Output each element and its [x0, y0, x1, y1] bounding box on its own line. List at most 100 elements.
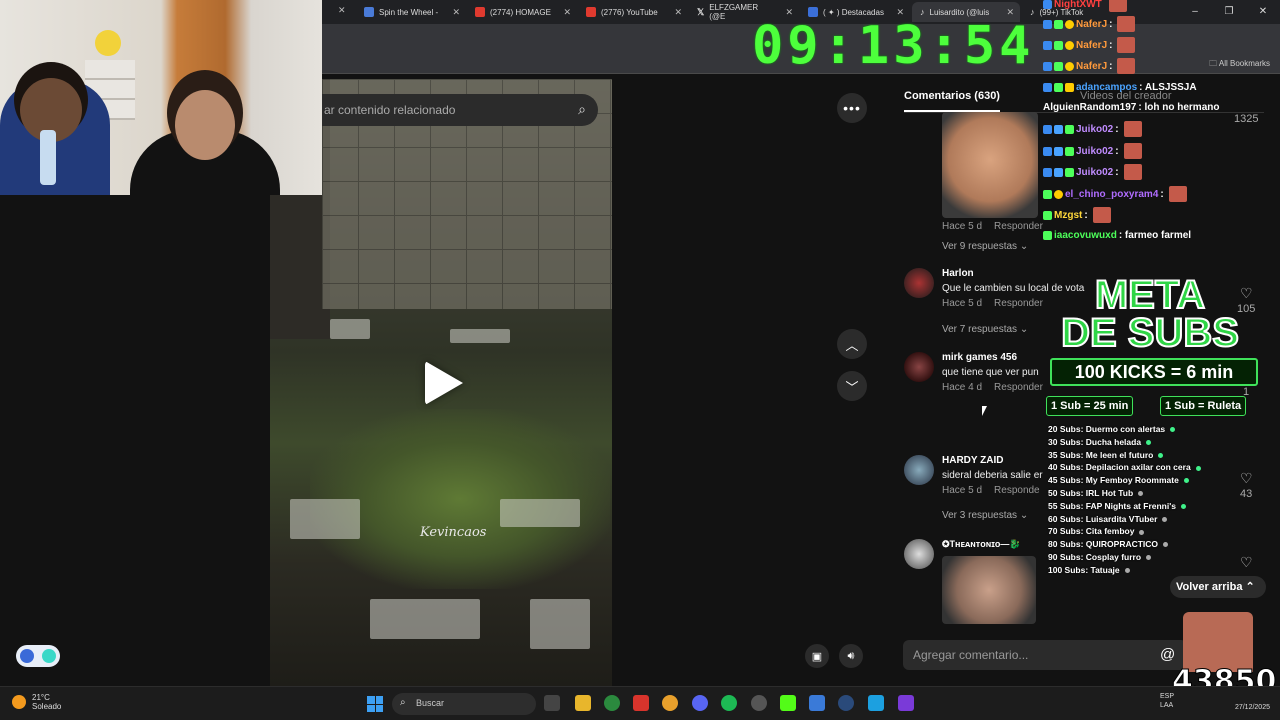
webcam-overlay [0, 0, 322, 195]
tab-homage[interactable]: (2774) HOMAGE ✕ [467, 2, 577, 22]
status-dot-icon [1138, 491, 1144, 497]
comment-username[interactable]: HARDY ZAID [942, 455, 1003, 466]
discord-icon[interactable] [692, 695, 708, 711]
previous-video-button[interactable]: ︿ [837, 329, 867, 359]
avatar[interactable] [904, 352, 934, 382]
chat-emote-icon [1123, 121, 1142, 137]
overlay-widget[interactable] [16, 645, 60, 667]
kick-icon[interactable] [780, 695, 796, 711]
task-view-icon[interactable] [544, 695, 560, 711]
view-replies-button[interactable]: Ver 3 respuestas ⌄ [942, 510, 1028, 521]
subs-goal-item: 40 Subs: Depilacion axilar con cera [1048, 462, 1268, 475]
chat-username: Juiko02 [1076, 145, 1114, 157]
close-icon[interactable]: ✕ [557, 7, 577, 18]
comment-meta: Hace 5 d Responder [942, 221, 1043, 232]
chat-emote-icon [1168, 186, 1187, 202]
comment-meta: Hace 5 d Responde [942, 485, 1040, 496]
status-dot-icon [1146, 555, 1152, 561]
add-comment-placeholder: Agregar comentario... [913, 648, 1029, 662]
xbox-icon[interactable] [604, 695, 620, 711]
app-icon[interactable] [633, 695, 649, 711]
notepad-icon[interactable] [809, 695, 825, 711]
reply-button[interactable]: Responder [994, 221, 1043, 232]
chat-emote-icon [1117, 16, 1136, 32]
chat-colon: : [1084, 209, 1088, 221]
chat-badge-icon [1054, 40, 1063, 50]
subs-goal-item: 35 Subs: Me leen el futuro [1048, 450, 1268, 463]
language-indicator[interactable]: ESP LAA [1160, 692, 1174, 710]
add-comment-input[interactable]: Agregar comentario... [903, 640, 1187, 670]
subs-goal-item: 90 Subs: Cosplay furro [1048, 552, 1268, 565]
subs-goal-item: 20 Subs: Duermo con alertas [1048, 424, 1268, 437]
cam-toy [95, 30, 121, 56]
tab-comments[interactable]: Comentarios (630) [904, 90, 1000, 112]
chat-colon: : [1115, 123, 1119, 135]
chat-badge-icon [1065, 167, 1074, 177]
related-search-input[interactable]: ar contenido relacionado ⌕ [322, 94, 598, 126]
search-icon[interactable]: ⌕ [578, 101, 586, 118]
system-date[interactable]: 27/12/2025 [1235, 704, 1270, 711]
steam-icon[interactable] [838, 695, 854, 711]
subs-goal-item: 45 Subs: My Femboy Roommate [1048, 475, 1268, 488]
close-icon[interactable]: ✕ [338, 5, 346, 16]
obs-icon[interactable] [751, 695, 767, 711]
subs-goal-item: 80 Subs: QUIROPRACTICO [1048, 539, 1268, 552]
avatar[interactable] [904, 455, 934, 485]
streamer-bot-icon[interactable] [868, 695, 884, 711]
stream-clock: 09:13:54 [752, 16, 1035, 76]
file-explorer-icon[interactable] [575, 695, 591, 711]
youtube-icon [586, 7, 596, 17]
reply-button[interactable]: Responder [994, 382, 1043, 393]
chat-badge-icon [1043, 124, 1052, 134]
chat-message: el_chino_poxyram4 : [1043, 186, 1187, 202]
x-logo-icon: 𝕏 [697, 6, 705, 17]
chat-badge-icon [1043, 146, 1052, 156]
view-replies-button[interactable]: Ver 7 respuestas ⌄ [942, 324, 1028, 335]
status-dot-icon [1124, 568, 1130, 574]
close-icon[interactable]: ✕ [668, 7, 688, 18]
play-icon[interactable] [425, 361, 463, 405]
taskbar-search[interactable]: ⌕ Buscar [392, 693, 536, 715]
comment-username[interactable]: ✪Tʜᴇᴀɴᴛᴏɴɪᴏ—🐉 [942, 539, 1021, 550]
view-replies-label: Ver 7 respuestas [942, 324, 1018, 335]
chat-colon: : [1109, 18, 1113, 30]
comment-time: Hace 4 d [942, 382, 983, 393]
video-debris [450, 329, 510, 343]
more-options-button[interactable]: ••• [837, 93, 867, 123]
next-video-button[interactable]: ﹀ [837, 371, 867, 401]
chat-message: NaferJ : [1043, 37, 1136, 53]
subs-goal-text: 80 Subs: QUIROPRACTICO [1048, 539, 1159, 550]
language-layout: LAA [1160, 702, 1174, 709]
chrome-icon[interactable] [662, 695, 678, 711]
chat-username: NightXWT [1054, 0, 1102, 10]
reply-button[interactable]: Responder [994, 298, 1043, 309]
chat-text: : farmeo farmel [1118, 230, 1192, 241]
weather-widget[interactable]: 21°C Soleado [12, 693, 61, 711]
comment-username[interactable]: Harlon [942, 268, 974, 279]
chat-badge-icon [1065, 83, 1074, 92]
chat-username: NaferJ [1076, 39, 1108, 51]
chat-badge-icon [1054, 167, 1063, 177]
chat-message: NaferJ : [1043, 16, 1136, 32]
mouse-cursor-icon [982, 406, 992, 416]
spotify-icon[interactable] [721, 695, 737, 711]
status-dot-icon [1162, 516, 1168, 522]
chat-username: AlguienRandom197 [1043, 102, 1137, 113]
start-button[interactable] [367, 696, 383, 712]
subs-goal-text: 50 Subs: IRL Hot Tub [1048, 487, 1134, 498]
reply-button[interactable]: Responde [994, 485, 1040, 496]
miniplayer-button[interactable]: ▣ [805, 644, 829, 668]
avatar[interactable] [904, 268, 934, 298]
app-icon[interactable] [898, 695, 914, 711]
back-to-top-button[interactable]: Volver arriba ⌃ [1170, 576, 1266, 598]
volume-button[interactable]: 🔊︎ [839, 644, 863, 668]
comment-meta: Hace 5 d Responder [942, 298, 1043, 309]
comment-username[interactable]: mirk games 456 [942, 352, 1017, 363]
chat-badge-icon [1043, 189, 1052, 199]
view-replies-button[interactable]: Ver 9 respuestas ⌄ [942, 241, 1028, 252]
tab-spin-the-wheel[interactable]: Spin the Wheel - ✕ [356, 2, 466, 22]
close-icon[interactable]: ✕ [446, 7, 466, 18]
mention-icon[interactable]: @ [1160, 646, 1175, 663]
avatar[interactable] [904, 539, 934, 569]
tab-youtube[interactable]: (2776) YouTube ✕ [578, 2, 688, 22]
